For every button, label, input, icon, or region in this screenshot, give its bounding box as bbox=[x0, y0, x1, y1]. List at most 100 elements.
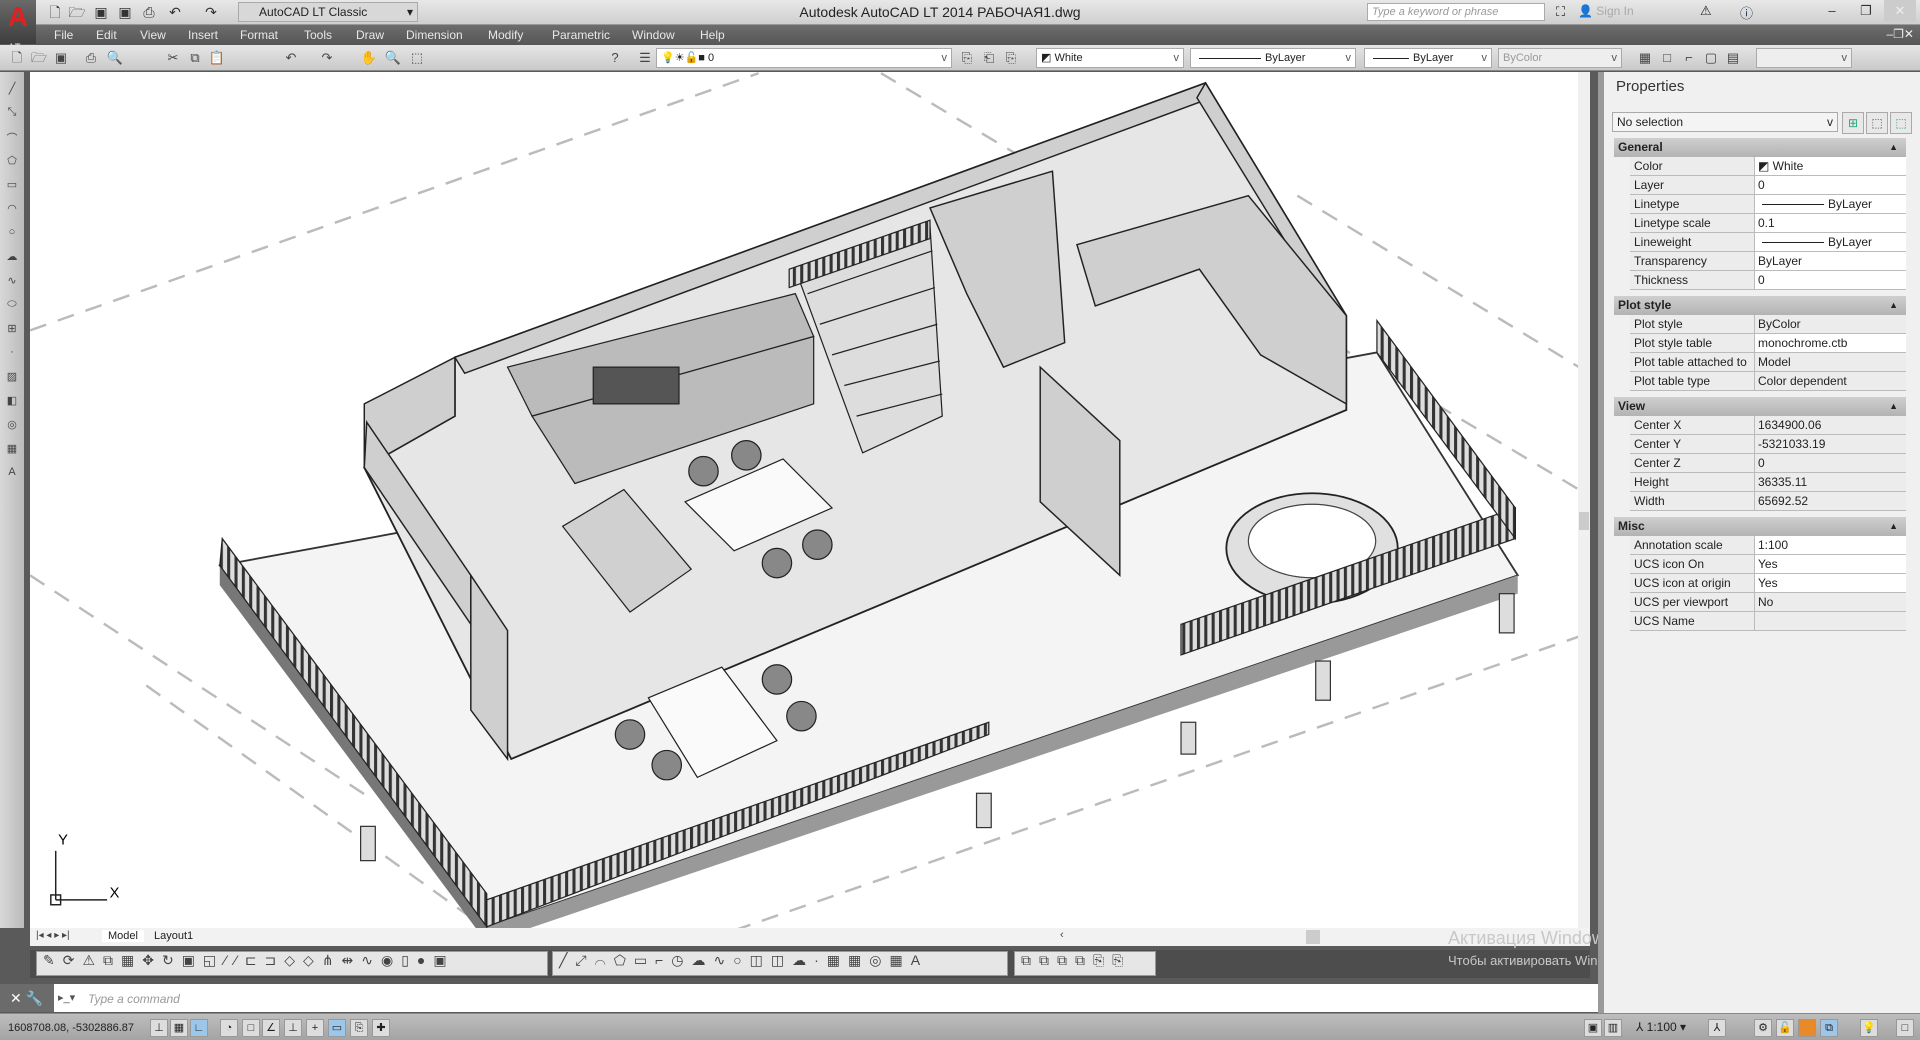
save-icon[interactable]: ▣ bbox=[92, 3, 110, 21]
property-value[interactable]: No bbox=[1754, 593, 1906, 611]
undo-icon[interactable]: ↶ bbox=[166, 3, 184, 21]
property-row[interactable]: UCS icon at origin Yes bbox=[1630, 574, 1906, 593]
annotation-scale-dropdown[interactable]: ⅄ 1:100 ▾ bbox=[1636, 1020, 1686, 1034]
grid-toggle[interactable]: ▦ bbox=[170, 1019, 188, 1037]
property-row[interactable]: Width 65692.52 bbox=[1630, 492, 1906, 511]
property-value[interactable]: Color dependent bbox=[1754, 372, 1906, 390]
menu-modify[interactable]: Modify bbox=[488, 28, 523, 42]
polyline-icon[interactable]: ⌒ bbox=[4, 130, 20, 146]
property-row[interactable]: Transparency ByLayer bbox=[1630, 252, 1906, 271]
infer-constraints-toggle[interactable]: ⊥ bbox=[150, 1019, 168, 1037]
otrack-toggle[interactable]: ∠ bbox=[262, 1019, 280, 1037]
tab-nav-arrows[interactable]: |◂ ◂ ▸ ▸| bbox=[36, 930, 70, 941]
property-row[interactable]: Thickness 0 bbox=[1630, 271, 1906, 290]
menu-file[interactable]: File bbox=[54, 28, 73, 42]
workspace-switch-icon[interactable]: ⚙ bbox=[1754, 1019, 1772, 1037]
property-value[interactable]: 0.1 bbox=[1754, 214, 1906, 232]
section-general[interactable]: General ▲ bbox=[1614, 138, 1906, 157]
command-input[interactable]: Type a command bbox=[88, 992, 180, 1006]
open-icon[interactable]: 🗁 bbox=[68, 3, 86, 21]
sign-in-button[interactable]: 👤 Sign In bbox=[1578, 4, 1634, 18]
menu-draw[interactable]: Draw bbox=[356, 28, 384, 42]
vertical-scrollbar[interactable] bbox=[1578, 72, 1590, 928]
gradient-icon[interactable]: ◧ bbox=[4, 394, 20, 410]
preview-icon[interactable]: 🔍 bbox=[106, 49, 124, 67]
viewport-scale-dropdown[interactable]: v bbox=[1756, 48, 1852, 68]
layer-previous-icon[interactable]: ⎗ bbox=[980, 49, 998, 67]
qnew-icon[interactable]: 🗋 bbox=[8, 49, 26, 67]
property-row[interactable]: Linetype scale 0.1 bbox=[1630, 214, 1906, 233]
property-row[interactable]: Plot table attached to Model bbox=[1630, 353, 1906, 372]
drawing-canvas[interactable]: Y X bbox=[29, 72, 1590, 943]
tab-layout1[interactable]: Layout1 bbox=[148, 930, 199, 942]
property-value[interactable]: Model bbox=[1754, 353, 1906, 371]
lock-icon[interactable]: 🔓 bbox=[1776, 1019, 1794, 1037]
collapse-icon[interactable]: ▲ bbox=[1889, 296, 1898, 315]
new-icon[interactable]: 🗋 bbox=[46, 3, 64, 21]
command-close-icon[interactable]: ✕ 🔧 bbox=[0, 984, 54, 1012]
property-row[interactable]: UCS Name bbox=[1630, 612, 1906, 631]
menu-insert[interactable]: Insert bbox=[188, 28, 218, 42]
print-icon[interactable]: ⎙ bbox=[140, 3, 158, 21]
quick-select-icon[interactable]: ⬚ bbox=[1890, 112, 1912, 134]
hatch-icon[interactable]: ▨ bbox=[4, 370, 20, 386]
redo-icon[interactable]: ↷ bbox=[318, 49, 336, 67]
section-plot-style[interactable]: Plot style ▲ bbox=[1614, 296, 1906, 315]
polygonal-viewport-icon[interactable]: ⌐ bbox=[1680, 49, 1698, 67]
menu-window[interactable]: Window bbox=[632, 28, 675, 42]
property-value[interactable]: ByLayer bbox=[1754, 195, 1906, 213]
make-current-icon[interactable]: ⎘ bbox=[958, 49, 976, 67]
property-row[interactable]: Linetype ByLayer bbox=[1630, 195, 1906, 214]
search-input[interactable]: Type a keyword or phrase bbox=[1367, 3, 1545, 21]
draworder-toolbar[interactable]: ⧉⧉⧉⧉⎘⎘ bbox=[1014, 951, 1156, 976]
pan-icon[interactable]: ✋ bbox=[360, 49, 378, 67]
property-row[interactable]: Plot style table monochrome.ctb bbox=[1630, 334, 1906, 353]
menu-tools[interactable]: Tools bbox=[304, 28, 332, 42]
menu-edit[interactable]: Edit bbox=[96, 28, 117, 42]
insert-block-icon[interactable]: ⊞ bbox=[4, 322, 20, 338]
horizontal-scrollbar-thumb[interactable] bbox=[1306, 930, 1320, 944]
mtext-icon[interactable]: A bbox=[4, 466, 20, 482]
property-value[interactable]: Yes bbox=[1754, 555, 1906, 573]
quick-view-button[interactable]: ▥ bbox=[1604, 1019, 1622, 1037]
property-row[interactable]: Center X 1634900.06 bbox=[1630, 416, 1906, 435]
property-value[interactable]: 36335.11 bbox=[1754, 473, 1906, 491]
menu-help[interactable]: Help bbox=[700, 28, 725, 42]
dynamic-ucs-toggle[interactable]: ⊥ bbox=[284, 1019, 302, 1037]
property-row[interactable]: UCS icon On Yes bbox=[1630, 555, 1906, 574]
modify-toolbar[interactable]: ✎⟳⚠⧉▦✥↻▣◱⁄⁄⊏⊐◇◇⋔⇹∿◉▯●▣ bbox=[36, 951, 548, 976]
paste-icon[interactable]: 📋 bbox=[208, 49, 226, 67]
selection-dropdown[interactable]: No selection v bbox=[1612, 112, 1838, 132]
lineweight-dropdown[interactable]: ByLayer v bbox=[1364, 48, 1492, 68]
color-dropdown[interactable]: ◩ White v bbox=[1036, 48, 1184, 68]
property-value[interactable]: 0 bbox=[1754, 176, 1906, 194]
doc-window-controls[interactable]: –❐✕ bbox=[1887, 27, 1915, 41]
point-icon[interactable]: · bbox=[4, 346, 20, 362]
property-value[interactable]: 65692.52 bbox=[1754, 492, 1906, 510]
region-icon[interactable]: ◎ bbox=[4, 418, 20, 434]
property-value[interactable] bbox=[1754, 612, 1906, 630]
property-row[interactable]: Center Y -5321033.19 bbox=[1630, 435, 1906, 454]
property-value[interactable]: 0 bbox=[1754, 454, 1906, 472]
app-logo[interactable]: ALT bbox=[0, 0, 36, 52]
property-row[interactable]: Plot style ByColor bbox=[1630, 315, 1906, 334]
property-value[interactable]: 0 bbox=[1754, 271, 1906, 289]
quick-properties-toggle[interactable]: ⎘ bbox=[350, 1019, 368, 1037]
save-icon[interactable]: ▣ bbox=[52, 49, 70, 67]
single-viewport-icon[interactable]: □ bbox=[1658, 49, 1676, 67]
select-objects-icon[interactable]: ⬚ bbox=[1866, 112, 1888, 134]
redo-icon[interactable]: ↷ bbox=[202, 3, 220, 21]
property-row[interactable]: Center Z 0 bbox=[1630, 454, 1906, 473]
clip-viewport-icon[interactable]: ▤ bbox=[1724, 49, 1742, 67]
arc-icon[interactable]: ◠ bbox=[4, 202, 20, 218]
property-value[interactable]: ◩ White bbox=[1754, 157, 1906, 175]
zoom-realtime-icon[interactable]: 🔍 bbox=[384, 49, 402, 67]
osnap-toggle[interactable]: □ bbox=[242, 1019, 260, 1037]
copy-icon[interactable]: ⧉ bbox=[186, 49, 204, 67]
model-space-button[interactable]: ▣ bbox=[1584, 1019, 1602, 1037]
property-value[interactable]: Yes bbox=[1754, 574, 1906, 592]
property-row[interactable]: Color ◩ White bbox=[1630, 157, 1906, 176]
selection-cycling-toggle[interactable]: ✚ bbox=[372, 1019, 390, 1037]
polar-toggle[interactable]: ◔ bbox=[220, 1019, 238, 1037]
toggle-pickadd-icon[interactable]: ⊞ bbox=[1842, 112, 1864, 134]
